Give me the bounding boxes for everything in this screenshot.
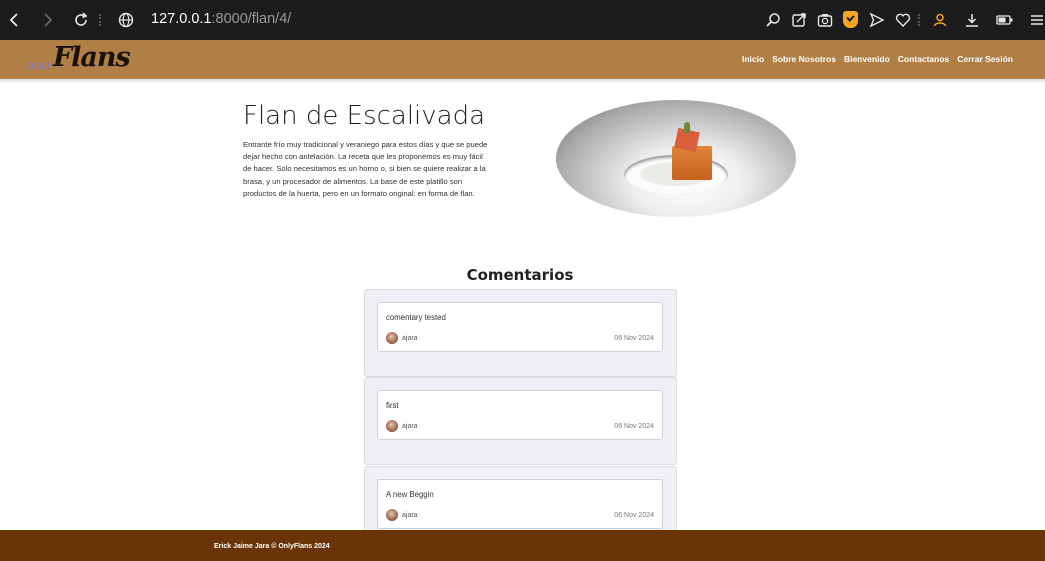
forward-icon[interactable] <box>38 10 58 30</box>
avatar <box>386 509 398 521</box>
comment-date: 06 Nov 2024 <box>614 512 654 519</box>
share-icon[interactable] <box>789 10 809 30</box>
back-icon[interactable] <box>4 10 24 30</box>
nav-links: Inicio Sobre Nosotros Bienvenido Contact… <box>742 54 1013 64</box>
comment-body: comentary tested ajara 06 Nov 2024 <box>377 302 663 352</box>
logo-prefix[interactable]: ONLY <box>27 61 52 71</box>
menu-icon[interactable] <box>1025 10 1045 30</box>
reload-icon[interactable] <box>71 10 91 30</box>
flan-image <box>556 100 796 217</box>
navbar-shadow <box>0 79 1045 83</box>
flan-description: Entrante frío muy tradicional y veranieg… <box>243 140 488 198</box>
comment-body: A new Beggin ajara 06 Nov 2024 <box>377 479 663 529</box>
comment-user: ajara <box>402 335 418 342</box>
comment-date: 06 Nov 2024 <box>614 335 654 342</box>
garnish-shape <box>684 122 690 134</box>
comment-user: ajara <box>402 512 418 519</box>
shield-icon[interactable] <box>843 11 858 28</box>
zoom-icon[interactable] <box>763 10 783 30</box>
nav-link-sobre-nosotros[interactable]: Sobre Nosotros <box>772 54 836 64</box>
camera-icon[interactable] <box>815 10 835 30</box>
url-host: 127.0.0.1 <box>151 11 212 27</box>
browser-toolbar: 127.0.0.1:8000/flan/4/ <box>0 0 1045 40</box>
site-footer: Erick Jaime Jara © OnlyFlans 2024 <box>0 530 1045 561</box>
comments-heading: Comentarios <box>466 266 574 284</box>
flan-title: Flan de Escalivada <box>243 101 486 131</box>
nav-link-contactanos[interactable]: Contactanos <box>898 54 949 64</box>
nav-link-cerrar-sesion[interactable]: Cerrar Sesión <box>957 54 1013 64</box>
comment-card: first ajara 06 Nov 2024 <box>364 377 677 465</box>
avatar <box>386 420 398 432</box>
nav-link-bienvenido[interactable]: Bienvenido <box>844 54 890 64</box>
battery-icon[interactable] <box>995 10 1015 30</box>
comment-body: first ajara 06 Nov 2024 <box>377 390 663 440</box>
comment-text: first <box>386 401 399 410</box>
address-bar[interactable]: 127.0.0.1:8000/flan/4/ <box>151 11 291 27</box>
download-icon[interactable] <box>962 10 982 30</box>
comment-text: A new Beggin <box>386 490 434 499</box>
comment-date: 06 Nov 2024 <box>614 423 654 430</box>
comment-text: comentary tested <box>386 313 446 322</box>
toolbar-separator <box>918 14 922 26</box>
heart-icon[interactable] <box>893 10 913 30</box>
avatar <box>386 332 398 344</box>
user-icon[interactable] <box>930 10 950 30</box>
url-path: :8000/flan/4/ <box>211 11 292 27</box>
globe-icon[interactable] <box>116 10 136 30</box>
logo[interactable]: Flans <box>53 42 131 73</box>
toolbar-separator <box>99 14 103 26</box>
footer-copyright: Erick Jaime Jara © OnlyFlans 2024 <box>214 543 330 550</box>
send-icon[interactable] <box>867 10 887 30</box>
comment-card: comentary tested ajara 06 Nov 2024 <box>364 289 677 377</box>
nav-link-inicio[interactable]: Inicio <box>742 54 764 64</box>
comment-user: ajara <box>402 423 418 430</box>
